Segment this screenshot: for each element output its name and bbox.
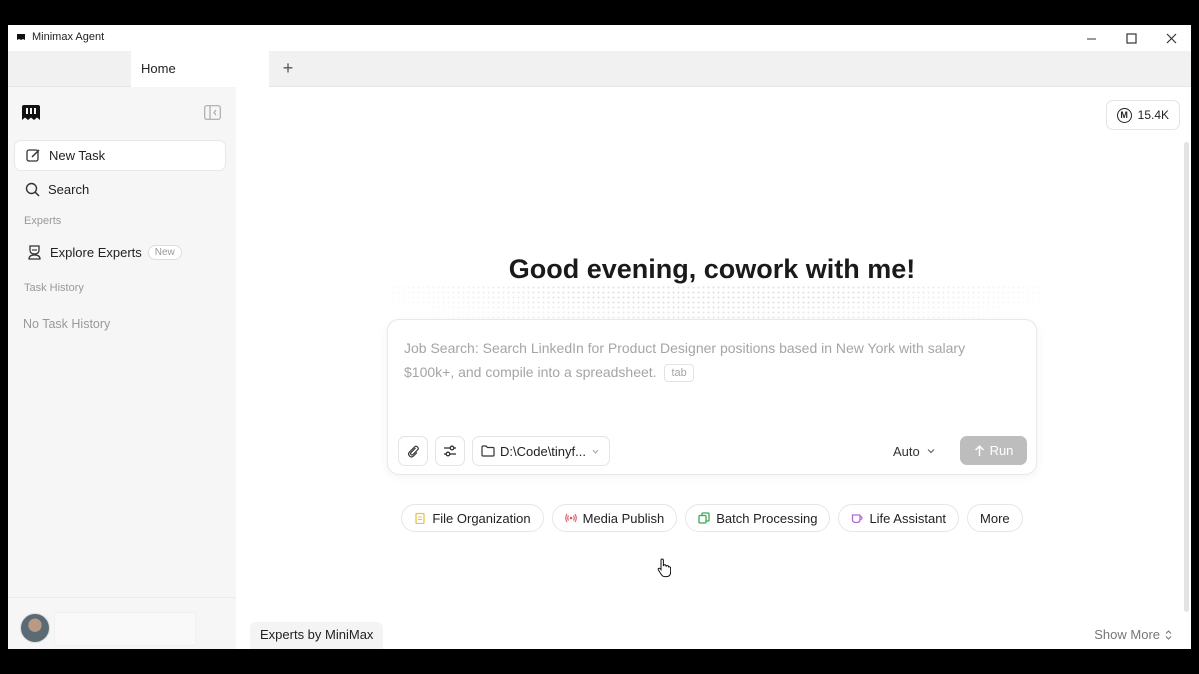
mode-select[interactable]: Auto bbox=[893, 436, 936, 466]
chip-label: File Organization bbox=[432, 510, 531, 526]
new-tab-button[interactable]: + bbox=[278, 58, 298, 78]
search-icon bbox=[24, 182, 40, 198]
maximize-icon bbox=[1125, 32, 1137, 44]
credits-button[interactable]: M 15.4K bbox=[1105, 100, 1180, 130]
tab-hint-badge: tab bbox=[664, 364, 694, 383]
sidebar-collapse-icon[interactable] bbox=[204, 105, 221, 120]
sliders-icon bbox=[444, 445, 456, 457]
prompt-input[interactable]: Job Search: Search LinkedIn for Product … bbox=[404, 336, 1019, 384]
app-window: Minimax Agent Home + New Task Search Exp… bbox=[8, 25, 1191, 649]
scrollbar[interactable] bbox=[1184, 142, 1189, 612]
folder-path: D:\Code\tinyf... bbox=[500, 443, 586, 459]
chip-label: Life Assistant bbox=[869, 510, 947, 526]
settings-button[interactable] bbox=[435, 436, 465, 466]
minimize-icon bbox=[1086, 38, 1096, 39]
suggestion-chips: File Organization Media Publish Batch Pr… bbox=[236, 504, 1188, 532]
title-bar: Minimax Agent bbox=[8, 25, 1191, 51]
close-icon bbox=[1166, 33, 1176, 43]
app-logo-icon bbox=[17, 34, 25, 40]
broadcast-icon bbox=[564, 513, 577, 523]
main-content: M 15.4K Good evening, cowork with me! Jo… bbox=[236, 87, 1191, 649]
chevron-down-icon bbox=[592, 449, 599, 454]
task-history-section-label: Task History bbox=[24, 282, 84, 294]
close-button[interactable] bbox=[1151, 25, 1191, 51]
mode-value: Auto bbox=[893, 443, 920, 459]
new-task-button[interactable]: New Task bbox=[14, 140, 226, 171]
chip-more[interactable]: More bbox=[967, 504, 1023, 532]
minimax-logo-icon bbox=[22, 105, 40, 120]
run-label: Run bbox=[989, 443, 1014, 458]
chip-label: More bbox=[980, 510, 1010, 526]
edit-icon bbox=[25, 148, 41, 164]
new-task-label: New Task bbox=[49, 148, 106, 163]
show-more-button[interactable]: Show More bbox=[1094, 627, 1173, 642]
sidebar: New Task Search Experts Explore Experts … bbox=[8, 87, 236, 649]
minimize-button[interactable] bbox=[1071, 25, 1111, 51]
plus-icon: + bbox=[282, 57, 294, 78]
tab-home[interactable]: Home bbox=[131, 51, 269, 87]
credits-value: 15.4K bbox=[1137, 108, 1169, 122]
greeting-heading: Good evening, cowork with me! bbox=[508, 254, 916, 284]
avatar[interactable] bbox=[20, 613, 50, 643]
show-more-label: Show More bbox=[1094, 627, 1160, 642]
chevron-up-down-icon bbox=[1165, 629, 1172, 640]
paperclip-icon bbox=[407, 445, 419, 458]
search-button[interactable]: Search bbox=[14, 174, 226, 205]
hand-cursor-icon bbox=[657, 558, 671, 578]
chip-batch-processing[interactable]: Batch Processing bbox=[685, 504, 831, 532]
chip-label: Media Publish bbox=[582, 510, 665, 526]
chip-life-assistant[interactable]: Life Assistant bbox=[838, 504, 960, 532]
experts-icon bbox=[26, 245, 42, 261]
credits-icon: M bbox=[1116, 107, 1132, 123]
tab-strip: Home + bbox=[8, 51, 1191, 87]
explore-experts-button[interactable]: Explore Experts New bbox=[14, 237, 226, 268]
chip-label: Batch Processing bbox=[716, 510, 818, 526]
search-label: Search bbox=[48, 182, 90, 197]
attach-button[interactable] bbox=[398, 436, 428, 466]
cup-icon bbox=[852, 514, 864, 524]
clipboard-icon bbox=[415, 512, 425, 524]
empty-history-text: No Task History bbox=[23, 317, 111, 331]
task-composer: Job Search: Search LinkedIn for Product … bbox=[387, 319, 1037, 475]
chip-file-organization[interactable]: File Organization bbox=[401, 504, 544, 532]
experts-section-label: Experts bbox=[24, 215, 62, 227]
user-name-area[interactable] bbox=[54, 612, 196, 646]
arrow-up-icon bbox=[974, 444, 984, 456]
sidebar-footer bbox=[8, 597, 236, 649]
chevron-down-icon bbox=[927, 449, 935, 454]
explore-experts-label: Explore Experts bbox=[50, 245, 142, 260]
folder-select[interactable]: D:\Code\tinyf... bbox=[472, 436, 610, 466]
chip-media-publish[interactable]: Media Publish bbox=[551, 504, 678, 532]
window-title: Minimax Agent bbox=[32, 31, 105, 43]
copy-icon bbox=[698, 512, 710, 524]
maximize-button[interactable] bbox=[1111, 25, 1151, 51]
new-badge: New bbox=[147, 245, 182, 260]
experts-by-minimax-tab[interactable]: Experts by MiniMax bbox=[250, 622, 384, 649]
folder-icon bbox=[481, 445, 495, 457]
run-button[interactable]: Run bbox=[960, 436, 1027, 465]
